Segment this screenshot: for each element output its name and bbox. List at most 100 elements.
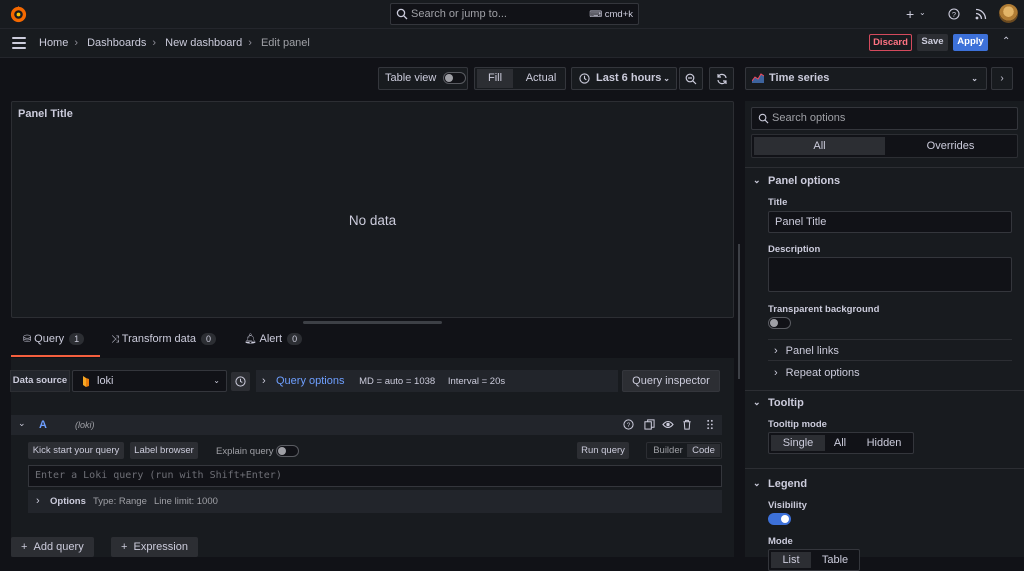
svg-text:?: ? [952,10,956,19]
copy-icon[interactable] [644,419,655,430]
run-query-button[interactable]: Run query [577,442,629,459]
chevron-right-icon: › [152,37,157,49]
panel-preview: Panel Title No data [11,101,734,318]
tooltip-mode-single[interactable]: Single [771,435,825,451]
top-bar: Search or jump to... ⌨ cmd+k + ⌄ ? [0,0,1024,29]
builder-option[interactable]: Builder [650,443,686,458]
code-option[interactable]: Code [687,444,720,457]
fill-option[interactable]: Fill [477,69,513,88]
tooltip-mode-all[interactable]: All [827,435,853,451]
kick-start-button[interactable]: Kick start your query [28,442,124,459]
help-icon [235,376,246,387]
search-options-input[interactable]: Search options [751,107,1018,130]
tooltip-mode-hidden[interactable]: Hidden [857,435,911,451]
breadcrumb: Home › Dashboards › New dashboard › Edit pa… [39,37,310,49]
table-view-switch[interactable] [443,72,467,85]
repeat-options-section[interactable]: › Repeat options [768,362,1012,384]
tooltip-mode-label: Tooltip mode [768,419,827,430]
label-browser-button[interactable]: Label browser [130,442,198,459]
legend-visibility-switch[interactable] [768,513,791,525]
plus-icon[interactable]: + [906,6,914,22]
datasource-value: loki [97,375,114,387]
datasource-help-button[interactable] [231,372,250,391]
overrides-option[interactable]: Overrides [885,137,1016,155]
breadcrumb-home[interactable]: Home [39,37,68,49]
rss-icon[interactable] [975,8,987,20]
grafana-logo-icon[interactable] [9,5,28,24]
panel-options-header[interactable]: Panel options [768,175,840,187]
legend-header[interactable]: Legend [768,478,807,490]
add-expression-button[interactable]: + Expression [111,537,198,557]
interval-value: Interval = 20s [447,376,506,387]
chevron-down-icon[interactable]: ⌄ [753,397,761,408]
keyboard-icon: ⌨ [589,9,605,19]
panel-links-section[interactable]: › Panel links [768,339,1012,361]
avatar[interactable] [999,4,1018,23]
table-view-label: Table view [385,72,437,84]
add-expression-label: Expression [133,541,188,553]
help-icon[interactable]: ? [623,419,634,430]
query-options-row[interactable]: › Options Type: Range Line limit: 1000 [28,490,722,513]
add-query-button[interactable]: + Add query [11,537,94,557]
explain-query-switch[interactable] [276,445,299,457]
breadcrumb-dashboards[interactable]: Dashboards [87,37,146,49]
apply-button[interactable]: Apply [953,34,988,51]
drag-handle-icon[interactable] [706,419,714,430]
tooltip-header[interactable]: Tooltip [768,397,804,409]
divider [745,167,1024,168]
tab-alert[interactable]: 🔔︎ Alert 0 [244,333,303,357]
eye-icon[interactable] [662,419,674,430]
save-button[interactable]: Save [917,34,948,51]
table-view-toggle[interactable]: Table view [378,67,468,90]
md-value: MD = auto = 1038 [359,376,436,387]
loki-query-input[interactable]: Enter a Loki query (run with Shift+Enter… [28,465,722,487]
tab-query[interactable]: ⛁ Query 1 [11,333,100,357]
time-range-picker[interactable]: Last 6 hours ⌄ [571,67,677,90]
query-ref-id[interactable]: A [39,419,47,431]
resize-handle[interactable] [303,321,442,324]
chevron-right-icon: › [74,37,79,49]
scrollbar[interactable] [738,244,740,379]
visualization-name: Time series [769,72,830,84]
chevron-up-icon[interactable]: ⌃ [1002,36,1010,47]
refresh-button[interactable] [709,67,734,90]
legend-mode-table[interactable]: Table [813,552,857,568]
chevron-right-icon: › [248,37,252,49]
tab-alert-label: Alert [259,333,283,345]
tab-transform-label: Transform data [121,333,196,345]
chevron-down-icon[interactable]: ⌄ [753,478,761,489]
fill-actual-group: Fill Actual [474,67,566,90]
actual-option[interactable]: Actual [519,68,563,89]
chevron-down-icon[interactable]: ⌄ [753,175,761,186]
query-options[interactable]: › Query options MD = auto = 1038 Interva… [256,370,618,392]
breadcrumb-new-dashboard[interactable]: New dashboard [165,37,242,49]
title-input[interactable]: Panel Title [768,211,1012,233]
all-option[interactable]: All [754,137,885,155]
chevron-right-icon[interactable]: › [991,67,1013,90]
query-source: (loki) [75,420,95,430]
menu-icon[interactable] [12,37,26,49]
query-options-link[interactable]: Query options [276,375,344,387]
query-type: Type: Range [93,496,147,507]
search-input[interactable]: Search or jump to... ⌨ cmd+k [390,3,639,25]
tab-count: 1 [69,333,85,345]
discard-button[interactable]: Discard [869,34,912,51]
refresh-icon [716,73,728,85]
zoom-out-button[interactable] [679,67,703,90]
query-inspector-button[interactable]: Query inspector [622,370,720,392]
svg-text:?: ? [627,422,631,429]
chevron-down-icon[interactable]: ⌄ [18,418,26,429]
datasource-label: Data source [10,370,70,392]
chevron-down-icon[interactable]: ⌄ [919,8,926,17]
zoom-out-icon [685,73,697,85]
transparent-background-switch[interactable] [768,317,791,329]
tab-transform-data[interactable]: ⤨ Transform data 0 [111,333,216,357]
time-range-label: Last 6 hours [596,72,662,84]
datasource-select[interactable]: loki ⌄ [72,370,227,392]
trash-icon[interactable] [682,419,692,430]
database-icon: ⛁ [23,334,35,345]
description-input[interactable] [768,257,1012,292]
legend-mode-list[interactable]: List [771,552,811,568]
visualization-picker[interactable]: Time series ⌄ [745,67,987,90]
help-icon[interactable]: ? [948,8,960,20]
